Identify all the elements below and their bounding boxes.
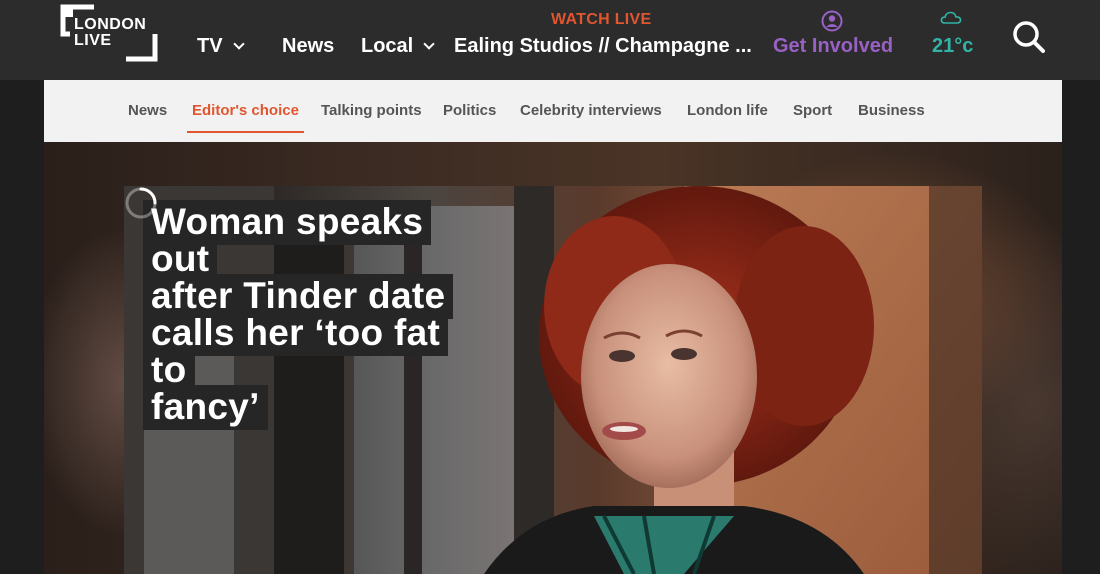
hero-headline[interactable]: Woman speaks out after Tinder date calls… <box>143 200 463 430</box>
subnav-news[interactable]: News <box>128 101 167 121</box>
hero-section: Woman speaks out after Tinder date calls… <box>44 142 1062 574</box>
user-circle-icon <box>821 10 843 32</box>
cloud-icon <box>940 11 962 24</box>
get-involved-label: Get Involved <box>773 35 894 57</box>
top-header: LONDON LIVE TV News Local WATCH LIVE Eal… <box>0 0 1100 80</box>
subnav-business[interactable]: Business <box>858 101 925 121</box>
headline-line-3: calls her ‘too fat to <box>143 311 449 393</box>
nav-news-label: News <box>282 35 335 57</box>
search-icon[interactable] <box>1010 18 1048 56</box>
now-playing-title: Ealing Studios // Champagne ... <box>454 35 752 57</box>
chevron-down-icon <box>423 38 435 50</box>
logo-line-1: LONDON <box>74 16 147 33</box>
nav-news[interactable]: News <box>282 34 334 58</box>
chevron-down-icon <box>232 38 245 50</box>
london-live-logo[interactable]: LONDON LIVE <box>60 4 160 62</box>
nav-tv[interactable]: TV <box>197 34 245 58</box>
subnav-london-life[interactable]: London life <box>687 101 768 121</box>
video-player[interactable]: Woman speaks out after Tinder date calls… <box>124 186 982 574</box>
watch-live-label: WATCH LIVE <box>551 11 652 28</box>
subnav-talking-points[interactable]: Talking points <box>321 101 422 121</box>
nav-local[interactable]: Local <box>361 34 435 58</box>
headline-line-4: fancy’ <box>143 385 268 430</box>
subnav-sport[interactable]: Sport <box>793 101 832 121</box>
headline-line-1: Woman speaks out <box>143 200 432 282</box>
loading-spinner-icon <box>125 187 157 219</box>
logo-wordmark: LONDON LIVE <box>74 17 146 49</box>
nav-local-label: Local <box>361 35 414 57</box>
subnav-celebrity-interviews[interactable]: Celebrity interviews <box>520 101 662 121</box>
logo-line-2: LIVE <box>74 32 112 49</box>
category-subnav: News Editor's choice Talking points Poli… <box>44 80 1062 142</box>
subnav-politics[interactable]: Politics <box>443 101 496 121</box>
subnav-editors-choice[interactable]: Editor's choice <box>187 101 304 133</box>
temperature: 21°c <box>932 35 974 57</box>
nav-tv-label: TV <box>197 35 223 57</box>
